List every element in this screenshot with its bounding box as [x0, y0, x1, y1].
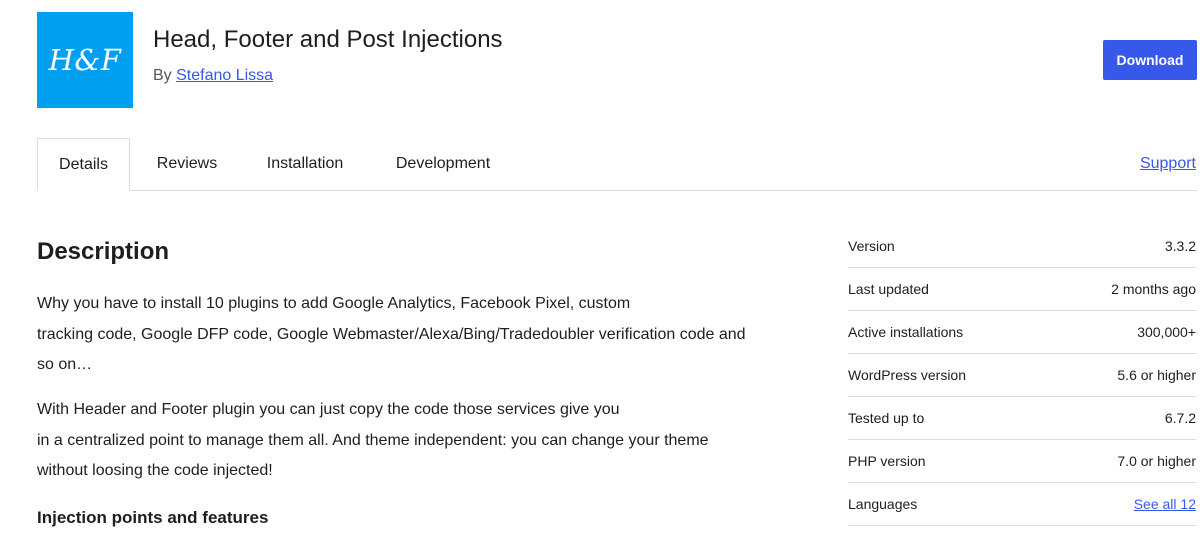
plugin-title: Head, Footer and Post Injections: [153, 26, 503, 53]
plugin-byline: By Stefano Lissa: [153, 67, 273, 85]
meta-row-tested-up-to: Tested up to 6.7.2: [848, 397, 1196, 440]
description-heading: Description: [37, 238, 170, 265]
text-line: in a centralized point to manage them al…: [37, 431, 709, 449]
tab-reviews[interactable]: Reviews: [144, 138, 230, 189]
author-link[interactable]: Stefano Lissa: [176, 67, 273, 84]
download-button[interactable]: Download: [1103, 40, 1197, 80]
meta-label: Languages: [848, 496, 918, 512]
text-line: With Header and Footer plugin you can ju…: [37, 401, 620, 418]
plugin-logo-text: H&F: [48, 43, 122, 77]
meta-row-php-version: PHP version 7.0 or higher: [848, 440, 1196, 483]
meta-label: WordPress version: [848, 367, 967, 383]
meta-value: 7.0 or higher: [1117, 453, 1196, 469]
meta-row-active-installations: Active installations 300,000+: [848, 311, 1196, 354]
by-prefix: By: [153, 67, 172, 84]
description-paragraph-2: With Header and Footer plugin you can ju…: [37, 395, 709, 487]
meta-label: PHP version: [848, 453, 926, 469]
text-line: so on…: [37, 356, 93, 373]
meta-label: Tested up to: [848, 410, 925, 426]
meta-value: 2 months ago: [1111, 281, 1196, 297]
tab-development[interactable]: Development: [383, 138, 503, 189]
meta-row-last-updated: Last updated 2 months ago: [848, 268, 1196, 311]
meta-label: Last updated: [848, 281, 929, 297]
meta-row-wordpress-version: WordPress version 5.6 or higher: [848, 354, 1196, 397]
meta-value: 5.6 or higher: [1117, 367, 1196, 383]
tab-installation[interactable]: Installation: [255, 138, 355, 189]
description-paragraph-1: Why you have to install 10 plugins to ad…: [37, 289, 746, 381]
meta-row-version: Version 3.3.2: [848, 225, 1196, 268]
text-line: without loosing the code injected!: [37, 462, 273, 479]
meta-value: 6.7.2: [1164, 410, 1196, 426]
meta-label: Active installations: [848, 324, 964, 340]
see-all-languages-link[interactable]: See all 12: [1134, 496, 1196, 512]
features-subheading: Injection points and features: [37, 508, 269, 527]
plugin-meta-list: Version 3.3.2 Last updated 2 months ago …: [848, 225, 1196, 526]
plugin-logo: H&F: [37, 12, 133, 108]
tab-label: Development: [395, 155, 491, 172]
support-link[interactable]: Support: [1140, 155, 1196, 173]
meta-value: 300,000+: [1137, 324, 1196, 340]
plugin-tabs: Details Reviews Installation Development: [37, 138, 1197, 191]
tab-label: Details: [59, 156, 108, 173]
text-line: Why you have to install 10 plugins to ad…: [37, 295, 631, 312]
meta-value: 3.3.2: [1164, 238, 1196, 254]
tab-label: Reviews: [156, 155, 218, 172]
tab-label: Installation: [266, 155, 344, 172]
meta-row-languages: Languages See all 12: [848, 483, 1196, 526]
tab-details[interactable]: Details: [37, 138, 130, 191]
text-line: tracking code, Google DFP code, Google W…: [37, 325, 746, 343]
meta-label: Version: [848, 238, 895, 254]
